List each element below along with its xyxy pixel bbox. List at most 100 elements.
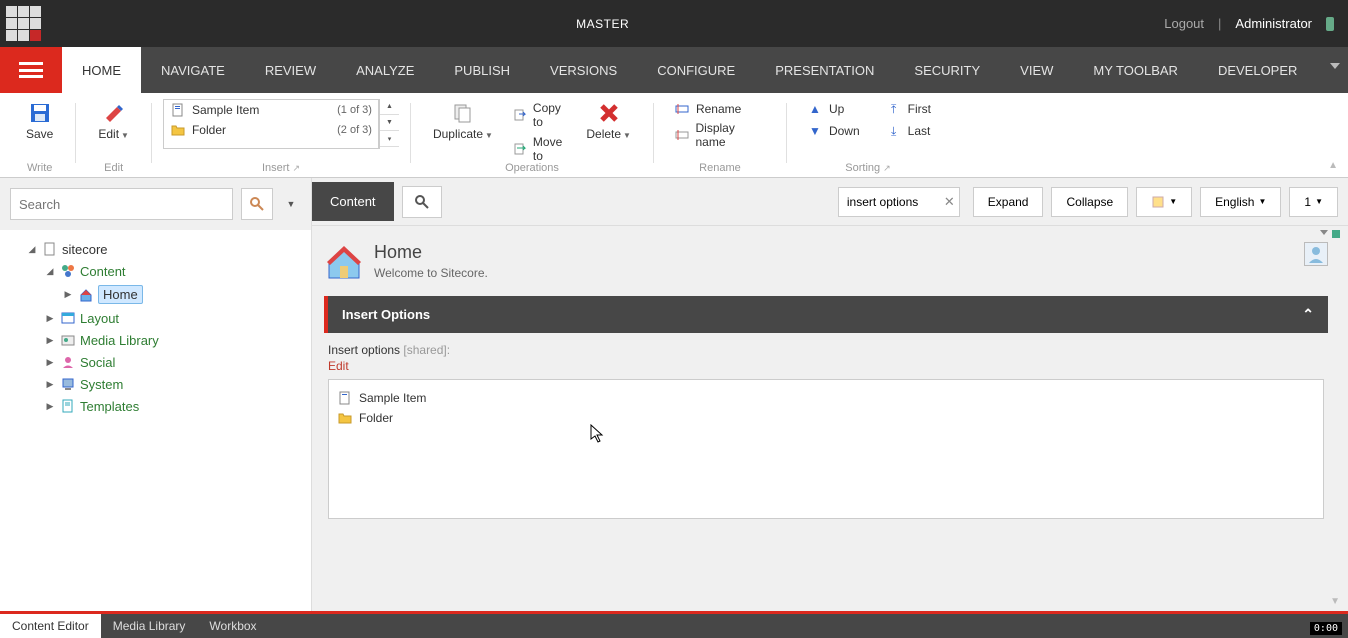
down-button[interactable]: ▼ Down — [803, 121, 864, 141]
expand-button[interactable]: Expand — [973, 187, 1044, 217]
tree-node-sitecore[interactable]: ◢ sitecore — [6, 238, 305, 260]
insert-gallery[interactable]: Sample Item (1 of 3) Folder (2 of 3) — [163, 99, 379, 149]
expand-icon[interactable]: ▶ — [44, 335, 56, 346]
copyto-button[interactable]: Copy to — [509, 99, 570, 131]
option-folder[interactable]: Folder — [337, 408, 1315, 428]
section-collapse-icon[interactable]: ⌃ — [1302, 306, 1314, 323]
search-icon[interactable] — [241, 188, 273, 220]
nav-down-icon[interactable]: ▼ — [1330, 596, 1340, 607]
tree-node-social[interactable]: ▶ Social — [6, 351, 305, 373]
tree-label-media[interactable]: Media Library — [80, 333, 159, 348]
insert-sample-count: (1 of 3) — [337, 104, 372, 116]
footer-tab-workbox[interactable]: Workbox — [197, 614, 268, 638]
tab-analyze[interactable]: ANALYZE — [336, 47, 434, 93]
moveto-button[interactable]: Move to — [509, 133, 570, 165]
expand-icon[interactable]: ▶ — [44, 357, 56, 368]
footer: Content Editor Media Library Workbox 0:0… — [0, 614, 1348, 638]
save-button[interactable]: Save — [20, 99, 59, 143]
tab-mytoolbar[interactable]: MY TOOLBAR — [1073, 47, 1198, 93]
popup-icon[interactable]: ↗ — [292, 163, 300, 173]
tab-presentation[interactable]: PRESENTATION — [755, 47, 894, 93]
tree-label-system[interactable]: System — [80, 377, 123, 392]
displayname-icon — [674, 127, 690, 143]
ribbon-collapse-caret-icon[interactable]: ▲ — [1328, 160, 1338, 171]
footer-tab-media-library[interactable]: Media Library — [101, 614, 198, 638]
expand-icon[interactable]: ▶ — [44, 313, 56, 324]
insert-folder-label: Folder — [192, 123, 226, 137]
expand-icon[interactable]: ▶ — [62, 289, 74, 300]
ribbon-collapse-icon[interactable] — [1330, 63, 1340, 69]
templates-icon — [60, 398, 76, 414]
tree-label-home[interactable]: Home — [98, 285, 143, 304]
profile-icon[interactable] — [1304, 242, 1328, 266]
spin-more-icon[interactable]: ▾ — [380, 131, 399, 147]
tree-label-layout[interactable]: Layout — [80, 311, 119, 326]
tab-security[interactable]: SECURITY — [894, 47, 1000, 93]
filter-input[interactable] — [838, 187, 960, 217]
clear-filter-icon[interactable]: ✕ — [944, 194, 955, 210]
expand-icon[interactable]: ▶ — [44, 401, 56, 412]
duplicate-label: Duplicate — [433, 127, 483, 141]
tab-publish[interactable]: PUBLISH — [434, 47, 530, 93]
delete-icon — [597, 101, 621, 125]
tab-review[interactable]: REVIEW — [245, 47, 336, 93]
tab-navigate[interactable]: NAVIGATE — [141, 47, 245, 93]
tree-label-sitecore[interactable]: sitecore — [62, 242, 108, 257]
popup-icon[interactable]: ↗ — [883, 163, 891, 173]
spin-down-icon[interactable]: ▼ — [380, 115, 399, 131]
content-search-button[interactable] — [402, 186, 442, 218]
first-button[interactable]: ⤒ First — [882, 99, 935, 119]
insert-options-field[interactable]: Sample Item Folder — [328, 379, 1324, 519]
language-button[interactable]: English▼ — [1200, 187, 1281, 217]
footer-tab-content-editor[interactable]: Content Editor — [0, 614, 101, 638]
duplicate-button[interactable]: Duplicate▼ — [427, 99, 499, 143]
expand-icon[interactable]: ◢ — [26, 244, 38, 255]
document-icon — [42, 241, 58, 257]
system-icon — [60, 376, 76, 392]
tab-home[interactable]: HOME — [62, 47, 141, 93]
tab-configure[interactable]: CONFIGURE — [637, 47, 755, 93]
search-input[interactable] — [10, 188, 233, 220]
tree-label-social[interactable]: Social — [80, 355, 115, 370]
user-name[interactable]: Administrator — [1235, 16, 1312, 31]
collapse-button[interactable]: Collapse — [1051, 187, 1128, 217]
first-label: First — [908, 102, 931, 116]
delete-button[interactable]: Delete▼ — [580, 99, 637, 143]
expand-icon[interactable]: ▶ — [44, 379, 56, 390]
tab-view[interactable]: VIEW — [1000, 47, 1073, 93]
displayname-label: Display name — [695, 121, 765, 149]
tab-versions[interactable]: VERSIONS — [530, 47, 637, 93]
edit-button[interactable]: Edit▼ — [92, 99, 135, 143]
section-header-insert-options[interactable]: Insert Options ⌃ — [324, 296, 1328, 333]
field-edit-link[interactable]: Edit — [328, 359, 1324, 373]
insert-item-sample[interactable]: Sample Item (1 of 3) — [164, 100, 378, 120]
option-sample-item[interactable]: Sample Item — [337, 388, 1315, 408]
insert-spinner[interactable]: ▲ ▼ ▾ — [379, 99, 399, 149]
displayname-button[interactable]: Display name — [670, 119, 770, 151]
version-button[interactable]: 1▼ — [1289, 187, 1338, 217]
nav-up-icon[interactable] — [1320, 230, 1328, 238]
tree-label-templates[interactable]: Templates — [80, 399, 139, 414]
moveto-label: Move to — [533, 135, 566, 163]
search-options-dropdown[interactable]: ▼ — [281, 199, 301, 209]
notes-button[interactable]: ▼ — [1136, 187, 1192, 217]
avatar-icon[interactable] — [1326, 17, 1334, 31]
tree-node-content[interactable]: ◢ Content — [6, 260, 305, 282]
tree-node-system[interactable]: ▶ System — [6, 373, 305, 395]
tree-label-content[interactable]: Content — [80, 264, 126, 279]
expand-icon[interactable]: ◢ — [44, 266, 56, 277]
tree-node-layout[interactable]: ▶ Layout — [6, 307, 305, 329]
tree-node-media[interactable]: ▶ Media Library — [6, 329, 305, 351]
logout-link[interactable]: Logout — [1164, 16, 1204, 31]
logo-icon[interactable] — [6, 6, 41, 41]
tab-developer[interactable]: DEVELOPER — [1198, 47, 1317, 93]
tree-node-home[interactable]: ▶ Home — [6, 282, 305, 307]
menu-button[interactable] — [0, 47, 62, 93]
insert-item-folder[interactable]: Folder (2 of 3) — [164, 120, 378, 140]
rename-button[interactable]: Rename — [670, 99, 745, 119]
up-button[interactable]: ▲ Up — [803, 99, 864, 119]
spin-up-icon[interactable]: ▲ — [380, 99, 399, 115]
tree-node-templates[interactable]: ▶ Templates — [6, 395, 305, 417]
content-tab[interactable]: Content — [312, 182, 394, 221]
last-button[interactable]: ⤓ Last — [882, 121, 935, 141]
